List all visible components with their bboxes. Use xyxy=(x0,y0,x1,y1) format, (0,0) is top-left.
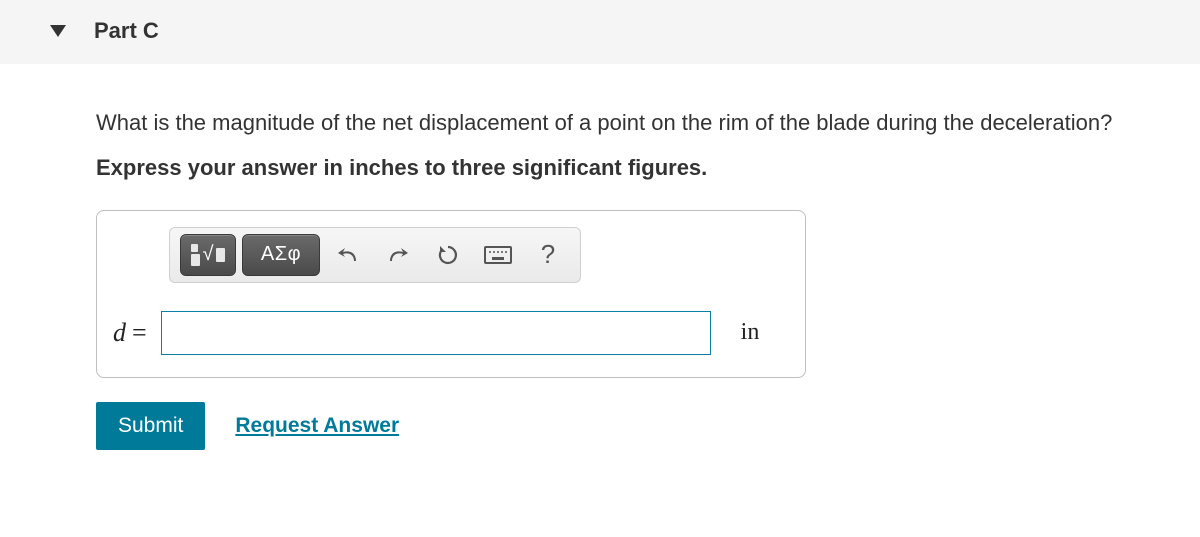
part-header[interactable]: Part C xyxy=(0,0,1200,64)
answer-input[interactable] xyxy=(161,311,711,355)
content-area: What is the magnitude of the net displac… xyxy=(0,64,1200,450)
variable-label: d = xyxy=(113,318,147,348)
variable-symbol: d xyxy=(113,318,126,348)
unit-label: in xyxy=(741,319,760,346)
equation-toolbar: √ ΑΣφ xyxy=(169,227,581,283)
templates-icon: √ xyxy=(191,243,226,266)
equals-sign: = xyxy=(132,318,147,348)
answer-box: √ ΑΣφ xyxy=(96,210,806,378)
keyboard-icon xyxy=(484,246,512,264)
undo-icon xyxy=(336,245,360,265)
help-icon: ? xyxy=(541,239,555,270)
action-row: Submit Request Answer xyxy=(96,402,1200,450)
collapse-arrow-icon xyxy=(50,25,66,37)
redo-icon xyxy=(386,245,410,265)
templates-button[interactable]: √ xyxy=(180,234,236,276)
undo-button[interactable] xyxy=(326,235,370,275)
greek-symbols-button[interactable]: ΑΣφ xyxy=(242,234,320,276)
question-prompt: What is the magnitude of the net displac… xyxy=(96,108,1200,139)
submit-button[interactable]: Submit xyxy=(96,402,205,450)
reset-button[interactable] xyxy=(426,235,470,275)
request-answer-link[interactable]: Request Answer xyxy=(235,414,399,438)
part-title: Part C xyxy=(94,18,159,44)
answer-row: d = in xyxy=(113,311,789,355)
reset-icon xyxy=(436,243,460,267)
redo-button[interactable] xyxy=(376,235,420,275)
keyboard-button[interactable] xyxy=(476,235,520,275)
help-button[interactable]: ? xyxy=(526,235,570,275)
question-instruction: Express your answer in inches to three s… xyxy=(96,153,1200,184)
